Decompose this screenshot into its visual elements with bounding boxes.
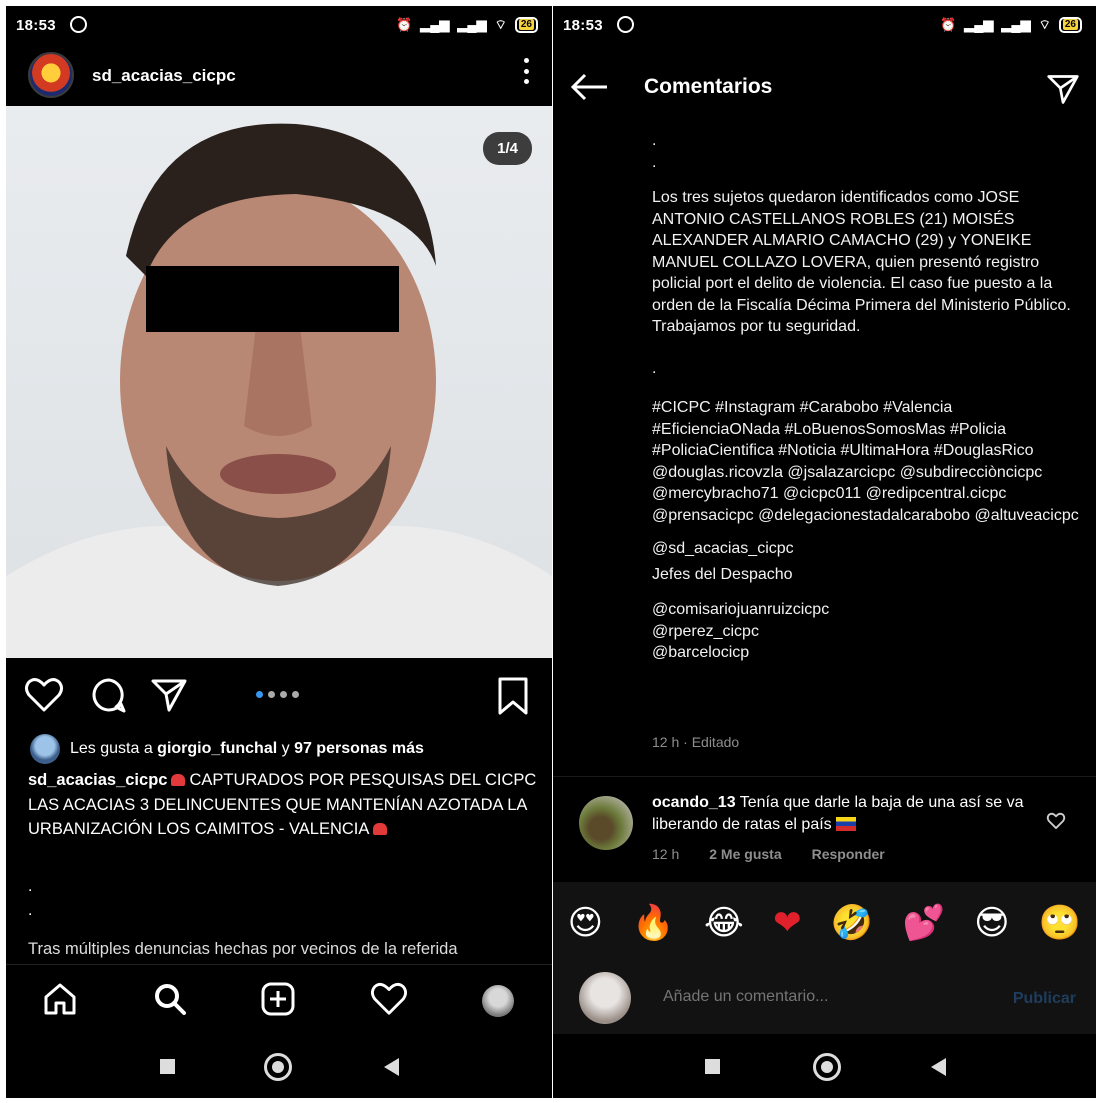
status-bar: 18:53 ⏰ ▂▄▆ ▂▄▆ ⌔ 26 (6, 6, 552, 44)
comments-screen: 18:53 ⏰ ▂▄▆ ▂▄▆ ⌔ 26 Comentarios . . Los… (553, 6, 1096, 1098)
status-time: 18:53 (16, 17, 56, 34)
system-navigation (6, 1034, 552, 1098)
post-caption: sd_acacias_cicpc CAPTURADOS POR PESQUISAS… (28, 768, 538, 842)
caption-username[interactable]: sd_acacias_cicpc (28, 771, 167, 789)
signal-icon: ▂▄▆ (964, 17, 994, 32)
comment-time: 12 h (652, 846, 680, 862)
emoji-red-heart[interactable]: ❤ (773, 903, 802, 943)
more-options-icon[interactable] (524, 58, 530, 84)
signal-2-icon: ▂▄▆ (1001, 17, 1031, 32)
back-arrow-icon[interactable] (569, 72, 609, 102)
comment-like-heart-icon[interactable] (1046, 812, 1066, 830)
post-photo[interactable]: 1/4 (6, 106, 552, 658)
likes-count[interactable]: 97 personas más (294, 740, 424, 757)
home-button[interactable] (813, 1053, 841, 1081)
recents-button[interactable] (705, 1059, 720, 1074)
post-screen: 18:53 ⏰ ▂▄▆ ▂▄▆ ⌔ 26 sd_acacias_cicpc 1/… (6, 6, 552, 1098)
mention[interactable]: @sd_acacias_cicpc (652, 538, 1082, 560)
liker-avatar (30, 734, 60, 764)
status-bar: 18:53 ⏰ ▂▄▆ ▂▄▆ ⌔ 26 (553, 6, 1096, 44)
jefes-text: Jefes del Despacho (652, 565, 793, 583)
post-actions (6, 670, 552, 720)
siren-icon (373, 823, 388, 835)
carousel-dots (256, 691, 299, 698)
body-dot: . (652, 132, 657, 149)
recents-button[interactable] (160, 1059, 175, 1074)
venezuela-flag-icon (835, 817, 856, 831)
body-dot: . (652, 359, 657, 377)
battery-icon: 26 (1058, 17, 1082, 33)
profile-avatar[interactable] (482, 985, 514, 1017)
comment-username[interactable]: ocando_13 (652, 794, 736, 811)
comments-header: Comentarios (553, 50, 1096, 120)
wifi-icon: ⌔ (494, 17, 507, 32)
emoji-fire[interactable]: 🔥 (632, 903, 674, 943)
photo-illustration (6, 123, 552, 658)
caption-continued: Tras múltiples denuncias hechas por veci… (28, 940, 458, 958)
reply-button[interactable]: Responder (812, 846, 885, 862)
emoji-eye-roll[interactable]: 🙄 (1039, 903, 1081, 943)
emoji-laughing[interactable]: 😂 (704, 903, 744, 943)
back-button[interactable] (931, 1058, 946, 1076)
share-send-icon[interactable] (150, 676, 188, 714)
emoji-two-hearts[interactable]: 💕 (903, 903, 945, 943)
wifi-icon: ⌔ (1038, 17, 1051, 32)
alarm-icon: ⏰ (396, 17, 413, 32)
caption-body: . . Los tres sujetos quedaron identifica… (652, 130, 1082, 664)
alarm-icon: ⏰ (940, 17, 957, 32)
back-button[interactable] (384, 1058, 399, 1076)
emoji-rofl[interactable]: 🤣 (831, 903, 873, 943)
mention-list[interactable]: @comisariojuanruizcicpc @rperez_cicpc @b… (652, 599, 1082, 664)
comment-meta: 12 h 2 Me gusta Responder (652, 846, 885, 862)
caption-dot: . (28, 902, 33, 919)
like-heart-icon[interactable] (24, 676, 64, 714)
share-send-icon[interactable] (1046, 72, 1080, 106)
likes-summary[interactable]: Les gusta a giorgio_funchal y 97 persona… (30, 734, 424, 764)
battery-icon: 26 (514, 17, 538, 33)
comment-input[interactable] (663, 988, 963, 1006)
hashtags[interactable]: #CICPC #Instagram #Carabobo #Valencia #E… (652, 397, 1082, 526)
edited-timestamp: 12 h · Editado (652, 734, 740, 750)
home-button[interactable] (264, 1053, 292, 1081)
signal-2-icon: ▂▄▆ (457, 17, 487, 32)
post-username[interactable]: sd_acacias_cicpc (92, 66, 236, 86)
bottom-navigation (6, 964, 552, 1034)
system-navigation (553, 1034, 1096, 1098)
likes-suffix: y (277, 740, 295, 757)
comment-text: ocando_13 Tenía que darle la baja de una… (652, 792, 1032, 836)
add-comment-row: Publicar (553, 964, 1096, 1034)
comment-likes[interactable]: 2 Me gusta (709, 846, 781, 862)
status-time: 18:53 (563, 17, 603, 34)
signal-icon: ▂▄▆ (420, 17, 450, 32)
search-icon[interactable] (152, 981, 188, 1017)
siren-icon (171, 774, 186, 786)
caption-dot: . (28, 878, 33, 895)
activity-heart-icon[interactable] (370, 981, 408, 1017)
home-icon[interactable] (42, 981, 78, 1017)
new-post-icon[interactable] (260, 981, 296, 1017)
whatsapp-icon (70, 16, 87, 33)
commenter-avatar[interactable] (579, 796, 633, 850)
likes-user[interactable]: giorgio_funchal (157, 740, 277, 757)
divider (553, 776, 1096, 777)
image-counter: 1/4 (483, 132, 532, 165)
comment-bubble-icon[interactable] (90, 676, 128, 714)
page-title: Comentarios (644, 75, 773, 98)
avatar[interactable] (28, 52, 74, 98)
post-header: sd_acacias_cicpc (6, 48, 552, 104)
emoji-sunglasses[interactable]: 😎 (974, 903, 1009, 943)
my-avatar (579, 972, 631, 1024)
emoji-heart-eyes[interactable]: 😍 (568, 903, 603, 943)
likes-prefix: Les gusta a (70, 740, 158, 757)
whatsapp-icon (617, 16, 634, 33)
bookmark-icon[interactable] (496, 676, 530, 716)
publish-button[interactable]: Publicar (1013, 990, 1076, 1008)
body-dot: . (652, 153, 657, 171)
body-text: Los tres sujetos quedaron identificados … (652, 189, 1071, 335)
emoji-bar: 😍 🔥 😂 ❤ 🤣 💕 😎 🙄 (553, 882, 1096, 964)
